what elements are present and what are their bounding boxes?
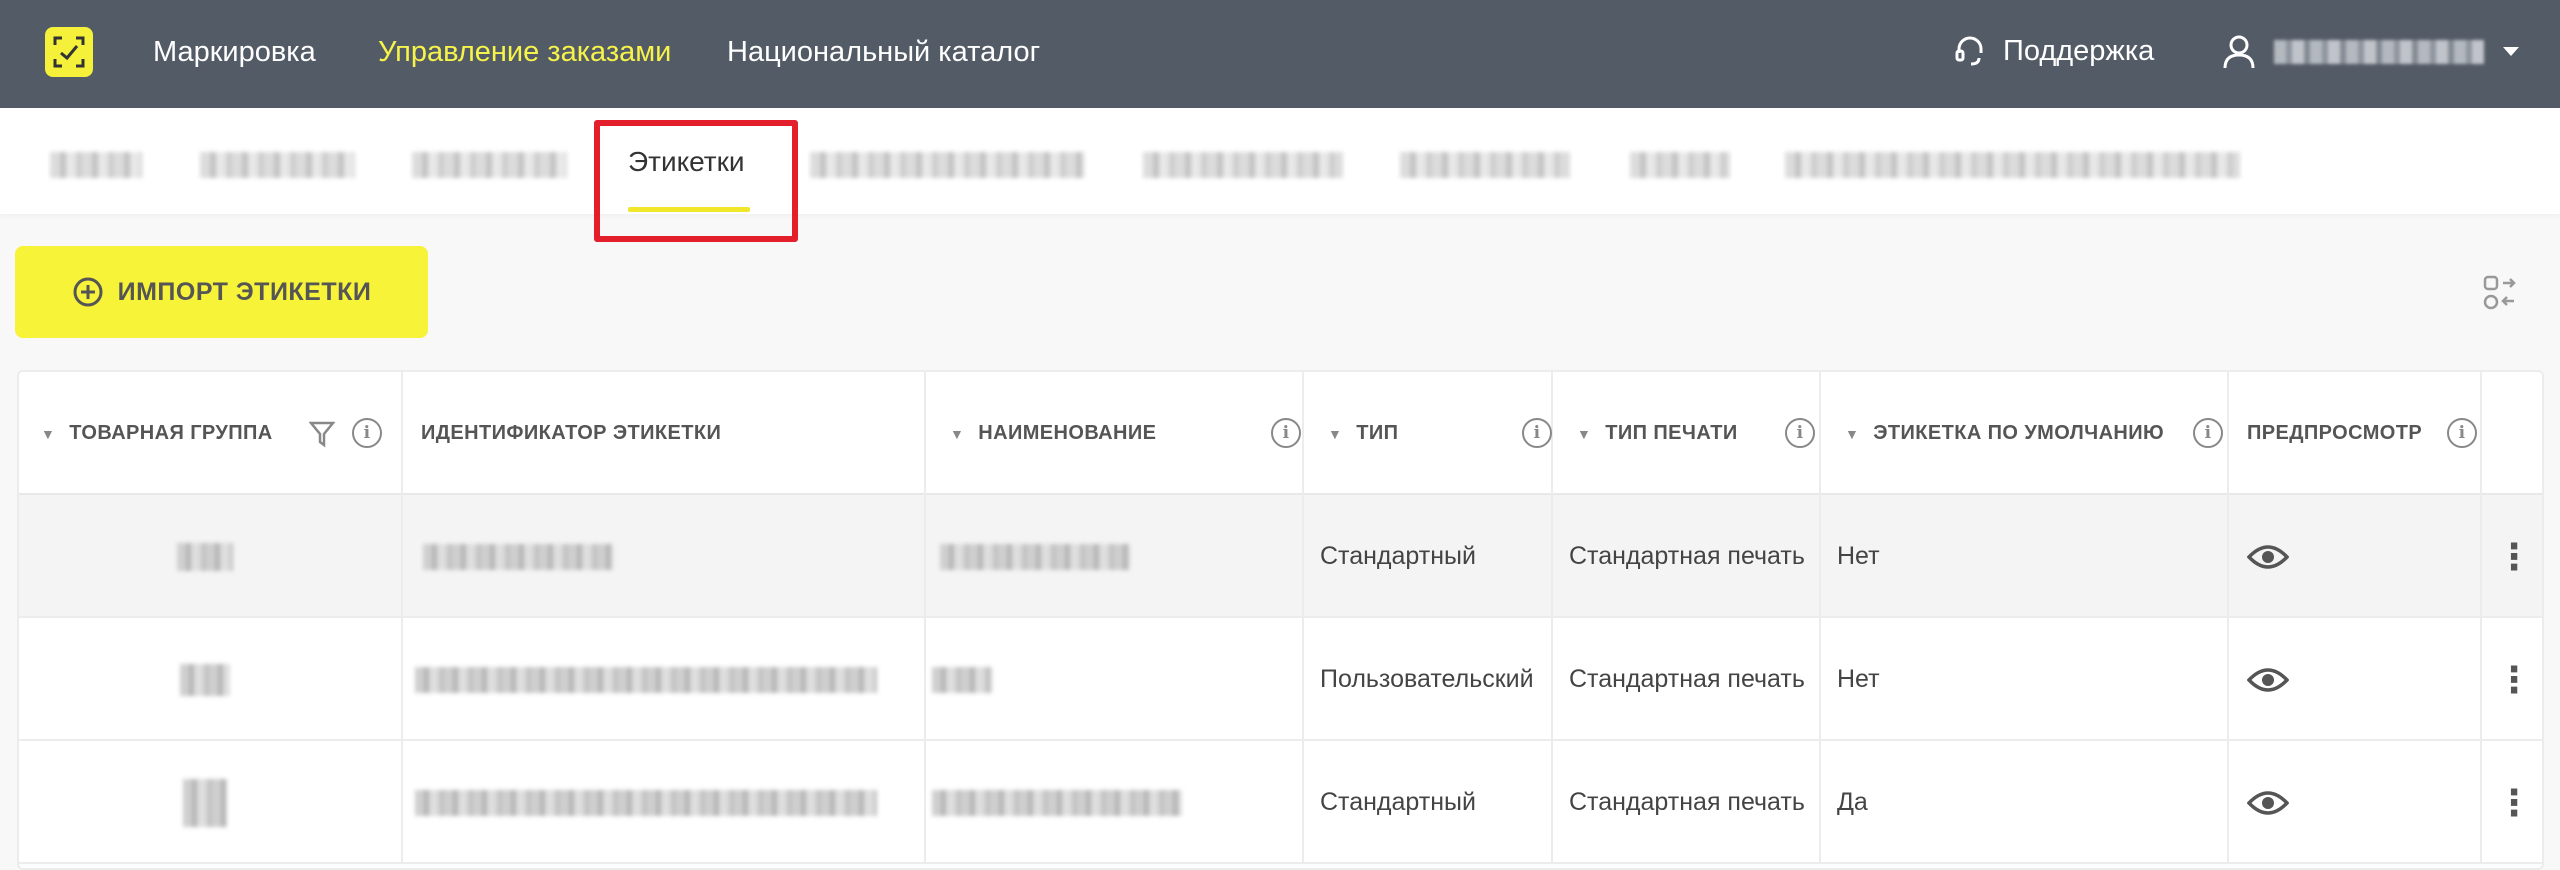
type-cell: Стандартный bbox=[1304, 741, 1553, 864]
column-header-print-type[interactable]: ▼ ТИП ПЕЧАТИ i bbox=[1553, 372, 1821, 495]
info-icon[interactable]: i bbox=[1785, 418, 1815, 448]
eye-icon[interactable] bbox=[2247, 789, 2289, 817]
table-row[interactable]: Пользовательский Стандартная печать Нет … bbox=[19, 618, 2542, 741]
column-header-actions bbox=[2482, 372, 2542, 495]
user-icon bbox=[2223, 35, 2255, 69]
type-cell: Пользовательский bbox=[1304, 618, 1553, 741]
print-type-cell: Стандартная печать bbox=[1553, 741, 1821, 864]
sort-caret-icon[interactable]: ▼ bbox=[41, 426, 55, 442]
preview-cell bbox=[2229, 495, 2482, 618]
column-header-label: НАИМЕНОВАНИЕ bbox=[978, 422, 1157, 444]
sort-caret-icon[interactable]: ▼ bbox=[1577, 426, 1591, 442]
import-label-button[interactable]: ИМПОРТ ЭТИКЕТКИ bbox=[15, 246, 428, 338]
product-group-cell bbox=[19, 618, 403, 741]
redacted-text bbox=[423, 543, 613, 570]
column-header-label: ИДЕНТИФИКАТОР ЭТИКЕТКИ bbox=[421, 422, 722, 444]
default-label-cell: Да bbox=[1821, 741, 2229, 864]
support-link[interactable]: Поддержка bbox=[1953, 34, 2154, 68]
chevron-down-icon[interactable] bbox=[2502, 46, 2520, 58]
column-header-label: ТИП bbox=[1356, 422, 1399, 444]
label-id-cell bbox=[403, 618, 926, 741]
column-header-label: ЭТИКЕТКА ПО УМОЛЧАНИЮ bbox=[1873, 422, 2165, 444]
info-icon[interactable]: i bbox=[352, 418, 382, 448]
column-settings-icon[interactable] bbox=[2483, 274, 2517, 310]
sub-navigation bbox=[0, 108, 2560, 214]
subtab-redacted[interactable] bbox=[1143, 152, 1343, 178]
label-id-cell bbox=[403, 741, 926, 864]
info-icon[interactable]: i bbox=[1522, 418, 1552, 448]
row-actions-cell: ⋮ bbox=[2482, 495, 2542, 618]
subtab-redacted[interactable] bbox=[200, 152, 355, 178]
column-header-type[interactable]: ▼ ТИП i bbox=[1304, 372, 1553, 495]
labels-table: ▼ ТОВАРНАЯ ГРУППА i ИДЕНТИФИКАТОР ЭТИКЕТ… bbox=[17, 370, 2544, 870]
user-name-redacted bbox=[2274, 40, 2484, 64]
table-header: ▼ ТОВАРНАЯ ГРУППА i ИДЕНТИФИКАТОР ЭТИКЕТ… bbox=[19, 372, 2542, 495]
product-group-cell bbox=[19, 741, 403, 864]
redacted-text bbox=[932, 789, 1182, 816]
info-icon[interactable]: i bbox=[2193, 418, 2223, 448]
label-id-cell bbox=[403, 495, 926, 618]
name-cell bbox=[926, 741, 1304, 864]
nav-item-order-management[interactable]: Управление заказами bbox=[378, 36, 671, 69]
subtab-redacted[interactable] bbox=[810, 152, 1085, 178]
redacted-text bbox=[940, 543, 1130, 570]
redacted-text bbox=[932, 666, 992, 693]
nav-item-marking[interactable]: Маркировка bbox=[153, 36, 316, 69]
column-header-label-id: ИДЕНТИФИКАТОР ЭТИКЕТКИ bbox=[403, 372, 926, 495]
logo-icon[interactable] bbox=[45, 27, 93, 77]
info-icon[interactable]: i bbox=[2447, 418, 2477, 448]
column-header-name[interactable]: ▼ НАИМЕНОВАНИЕ i bbox=[926, 372, 1304, 495]
default-label-cell: Нет bbox=[1821, 618, 2229, 741]
import-button-label: ИМПОРТ ЭТИКЕТКИ bbox=[117, 277, 372, 306]
redacted-image bbox=[183, 778, 227, 827]
product-group-cell bbox=[19, 495, 403, 618]
headset-icon bbox=[1955, 36, 1983, 66]
redacted-text bbox=[415, 666, 877, 693]
redacted-image bbox=[177, 542, 233, 571]
subtab-redacted[interactable] bbox=[412, 152, 567, 178]
more-vertical-icon[interactable]: ⋮ bbox=[2496, 782, 2532, 824]
column-header-default-label[interactable]: ▼ ЭТИКЕТКА ПО УМОЛЧАНИЮ i bbox=[1821, 372, 2229, 495]
redacted-text bbox=[415, 789, 877, 816]
column-header-preview: ПРЕДПРОСМОТР i bbox=[2229, 372, 2482, 495]
more-vertical-icon[interactable]: ⋮ bbox=[2496, 659, 2532, 701]
support-label: Поддержка bbox=[2003, 34, 2155, 67]
subtab-redacted[interactable] bbox=[1630, 152, 1730, 178]
nav-item-national-catalog[interactable]: Национальный каталог bbox=[727, 36, 1040, 69]
plus-circle-icon bbox=[73, 277, 103, 307]
top-navigation-bar: Маркировка Управление заказами Националь… bbox=[0, 0, 2560, 108]
name-cell bbox=[926, 495, 1304, 618]
preview-cell bbox=[2229, 618, 2482, 741]
sort-caret-icon[interactable]: ▼ bbox=[950, 426, 964, 442]
column-header-label: ПРЕДПРОСМОТР bbox=[2247, 422, 2423, 444]
eye-icon[interactable] bbox=[2247, 543, 2289, 571]
info-icon[interactable]: i bbox=[1271, 418, 1301, 448]
default-label-cell: Нет bbox=[1821, 495, 2229, 618]
column-header-product-group[interactable]: ▼ ТОВАРНАЯ ГРУППА i bbox=[19, 372, 403, 495]
row-actions-cell: ⋮ bbox=[2482, 741, 2542, 864]
row-actions-cell: ⋮ bbox=[2482, 618, 2542, 741]
more-vertical-icon[interactable]: ⋮ bbox=[2496, 536, 2532, 578]
subtab-redacted[interactable] bbox=[1400, 152, 1570, 178]
name-cell bbox=[926, 618, 1304, 741]
filter-icon[interactable] bbox=[309, 420, 335, 448]
table-row[interactable]: Стандартный Стандартная печать Нет ⋮ bbox=[19, 495, 2542, 618]
preview-cell bbox=[2229, 741, 2482, 864]
print-type-cell: Стандартная печать bbox=[1553, 495, 1821, 618]
redacted-image bbox=[180, 663, 230, 696]
sort-caret-icon[interactable]: ▼ bbox=[1328, 426, 1342, 442]
type-cell: Стандартный bbox=[1304, 495, 1553, 618]
subtab-redacted[interactable] bbox=[50, 152, 142, 178]
eye-icon[interactable] bbox=[2247, 666, 2289, 694]
column-header-label: ТИП ПЕЧАТИ bbox=[1605, 422, 1738, 444]
column-header-label: ТОВАРНАЯ ГРУППА bbox=[69, 422, 273, 444]
user-menu[interactable] bbox=[2222, 34, 2520, 70]
subtab-redacted[interactable] bbox=[1785, 152, 2240, 178]
print-type-cell: Стандартная печать bbox=[1553, 618, 1821, 741]
sort-caret-icon[interactable]: ▼ bbox=[1845, 426, 1859, 442]
table-row[interactable]: Стандартный Стандартная печать Да ⋮ bbox=[19, 741, 2542, 864]
highlight-annotation-box bbox=[594, 120, 798, 242]
